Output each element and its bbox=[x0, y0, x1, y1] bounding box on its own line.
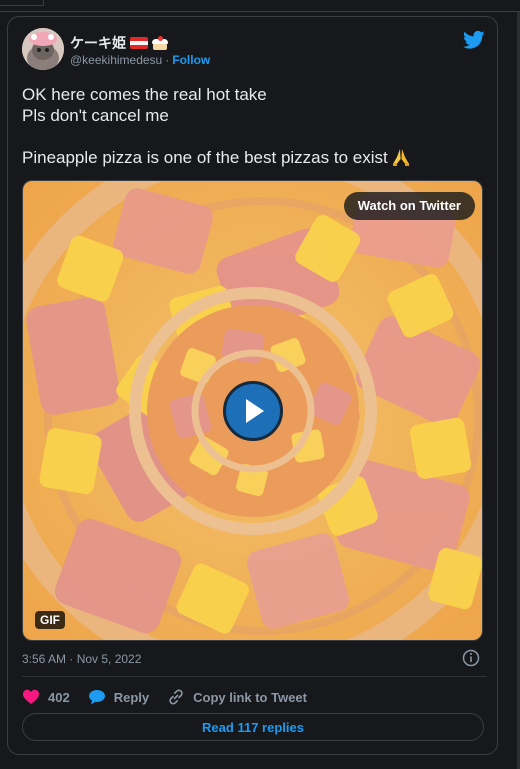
twitter-bird-icon[interactable] bbox=[463, 30, 485, 50]
austria-flag-icon bbox=[130, 37, 148, 49]
action-bar: 402 Reply Copy link to Tweet bbox=[22, 685, 487, 709]
play-icon bbox=[246, 399, 264, 423]
cake-icon bbox=[152, 36, 168, 50]
tweet-line: Pls don't cancel me bbox=[22, 106, 169, 125]
link-icon bbox=[169, 689, 183, 705]
top-border bbox=[0, 0, 520, 12]
read-replies-button[interactable]: Read 117 replies bbox=[22, 713, 484, 741]
praying-hands-icon bbox=[392, 149, 409, 166]
like-button[interactable]: 402 bbox=[22, 688, 70, 706]
tweet-line-blank bbox=[22, 126, 487, 147]
reply-button[interactable]: Reply bbox=[88, 688, 149, 706]
display-name-row[interactable]: ケーキ姫 bbox=[70, 33, 168, 53]
heart-icon bbox=[23, 689, 39, 704]
handle-row: @keekihimedesu · Follow bbox=[70, 53, 210, 67]
speech-bubble-icon bbox=[88, 690, 105, 705]
play-button[interactable] bbox=[223, 381, 283, 441]
tweet-line-last: Pineapple pizza is one of the best pizza… bbox=[22, 147, 487, 168]
watch-on-twitter-button[interactable]: Watch on Twitter bbox=[343, 192, 475, 220]
reply-label: Reply bbox=[113, 689, 150, 705]
tweet-line: Pineapple pizza is one of the best pizza… bbox=[22, 148, 388, 167]
like-count: 402 bbox=[48, 689, 70, 705]
tweet-text: OK here comes the real hot take Pls don'… bbox=[22, 84, 487, 168]
handle[interactable]: @keekihimedesu bbox=[70, 53, 162, 67]
tweet-timestamp[interactable]: 3:56 AM · Nov 5, 2022 bbox=[22, 652, 141, 666]
tweet-card: ケーキ姫 @keekihimedesu · Follow OK here com… bbox=[7, 16, 498, 755]
top-tab-edge bbox=[0, 0, 44, 6]
copy-link-button[interactable]: Copy link to Tweet bbox=[167, 688, 307, 706]
avatar[interactable] bbox=[22, 28, 64, 70]
display-name[interactable]: ケーキ姫 bbox=[70, 33, 126, 53]
copy-link-label: Copy link to Tweet bbox=[193, 689, 307, 705]
gif-media[interactable]: Watch on Twitter GIF bbox=[22, 180, 483, 641]
divider bbox=[22, 676, 487, 677]
follow-button[interactable]: Follow bbox=[172, 53, 210, 67]
tweet-line: OK here comes the real hot take bbox=[22, 85, 267, 104]
info-icon[interactable] bbox=[462, 649, 480, 667]
separator-dot: · bbox=[165, 53, 170, 67]
tweet-header: ケーキ姫 @keekihimedesu · Follow bbox=[22, 28, 487, 72]
gif-badge: GIF bbox=[35, 611, 65, 629]
